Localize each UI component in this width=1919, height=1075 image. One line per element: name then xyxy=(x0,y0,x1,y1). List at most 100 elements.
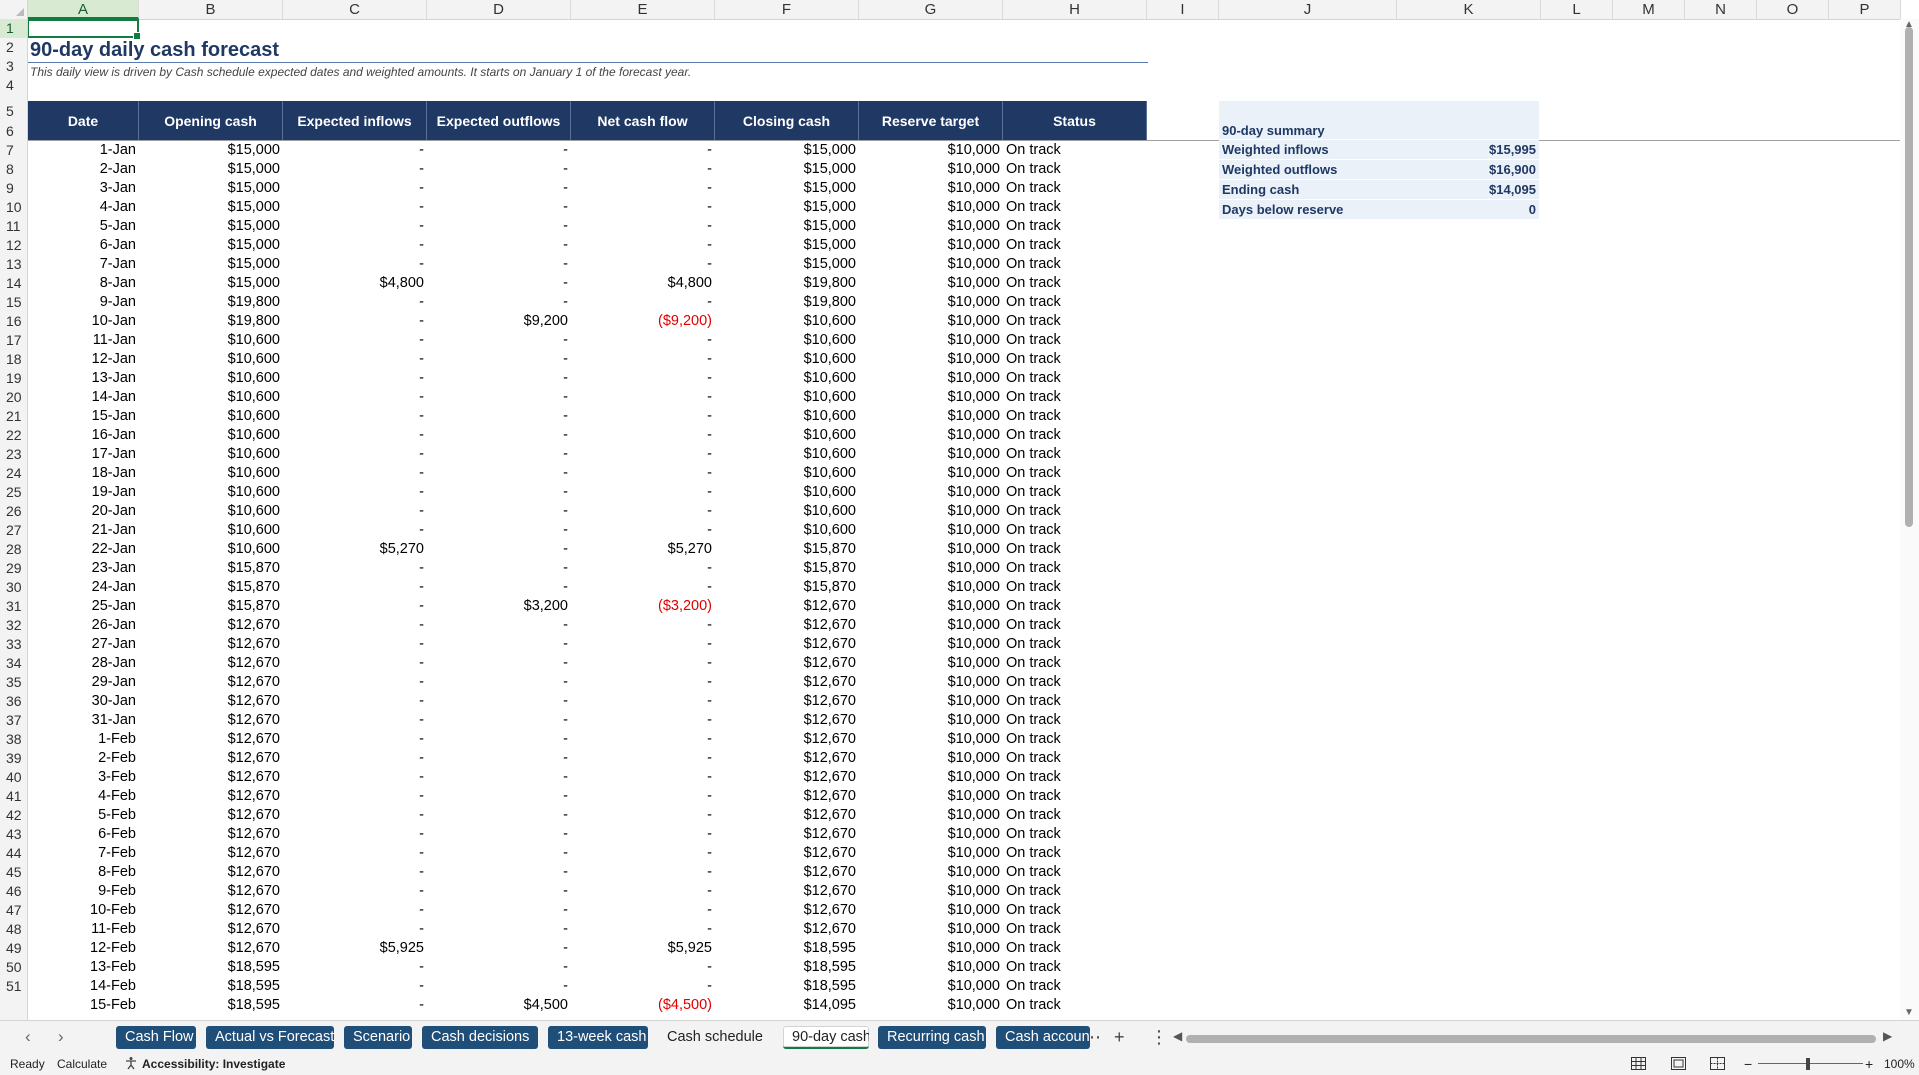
table-cell[interactable]: - xyxy=(283,597,427,616)
table-cell[interactable]: $5,270 xyxy=(571,540,715,559)
table-cell[interactable]: - xyxy=(283,407,427,426)
table-cell[interactable]: $10,000 xyxy=(859,863,1003,882)
table-cell[interactable]: 31-Jan xyxy=(28,711,139,730)
table-cell[interactable]: On track xyxy=(1003,388,1147,407)
table-cell[interactable]: $10,000 xyxy=(859,901,1003,920)
table-cell[interactable]: 29-Jan xyxy=(28,673,139,692)
table-cell[interactable]: $15,870 xyxy=(139,578,283,597)
table-cell[interactable]: - xyxy=(283,502,427,521)
table-cell[interactable]: 12-Feb xyxy=(28,939,139,958)
accessibility-icon[interactable] xyxy=(124,1053,138,1075)
table-cell[interactable]: $10,600 xyxy=(715,426,859,445)
table-cell[interactable]: $10,000 xyxy=(859,692,1003,711)
table-cell[interactable]: On track xyxy=(1003,426,1147,445)
row-header-6[interactable]: 6 xyxy=(0,122,27,141)
table-cell[interactable]: - xyxy=(283,996,427,1015)
table-cell[interactable]: 9-Feb xyxy=(28,882,139,901)
table-cell[interactable]: - xyxy=(283,217,427,236)
table-cell[interactable]: On track xyxy=(1003,179,1147,198)
table-cell[interactable]: - xyxy=(571,787,715,806)
table-cell[interactable]: 10-Feb xyxy=(28,901,139,920)
row-header-48[interactable]: 48 xyxy=(0,920,27,939)
table-cell[interactable]: On track xyxy=(1003,236,1147,255)
table-cell[interactable]: 7-Feb xyxy=(28,844,139,863)
table-cell[interactable]: - xyxy=(427,578,571,597)
table-cell[interactable]: On track xyxy=(1003,901,1147,920)
table-cell[interactable]: On track xyxy=(1003,806,1147,825)
sheet-tab-cash-flow[interactable]: Cash Flow xyxy=(116,1026,196,1049)
table-cell[interactable]: 17-Jan xyxy=(28,445,139,464)
table-cell[interactable]: - xyxy=(283,350,427,369)
table-cell[interactable]: - xyxy=(427,483,571,502)
table-cell[interactable]: $10,600 xyxy=(139,502,283,521)
table-cell[interactable]: $10,000 xyxy=(859,521,1003,540)
sheet-tab-cash-schedule[interactable]: Cash schedule xyxy=(658,1026,772,1049)
table-cell[interactable]: - xyxy=(571,198,715,217)
row-header-32[interactable]: 32 xyxy=(0,616,27,635)
table-cell[interactable]: $12,670 xyxy=(715,844,859,863)
table-cell[interactable]: - xyxy=(283,616,427,635)
table-cell[interactable]: $18,595 xyxy=(139,958,283,977)
row-header-17[interactable]: 17 xyxy=(0,331,27,350)
table-cell[interactable]: $10,000 xyxy=(859,977,1003,996)
table-cell[interactable]: $10,000 xyxy=(859,198,1003,217)
calculate-button[interactable]: Calculate xyxy=(57,1053,107,1075)
table-cell[interactable]: $12,670 xyxy=(139,787,283,806)
table-cell[interactable]: $10,000 xyxy=(859,673,1003,692)
table-cell[interactable]: - xyxy=(427,160,571,179)
table-cell[interactable]: 19-Jan xyxy=(28,483,139,502)
row-header-11[interactable]: 11 xyxy=(0,217,27,236)
table-cell[interactable]: - xyxy=(571,445,715,464)
table-cell[interactable]: $10,000 xyxy=(859,293,1003,312)
table-cell[interactable]: - xyxy=(427,236,571,255)
zoom-in-button[interactable]: + xyxy=(1865,1053,1873,1075)
table-cell[interactable]: On track xyxy=(1003,920,1147,939)
table-cell[interactable]: $12,670 xyxy=(715,692,859,711)
sheet-tab-recurring-cash[interactable]: Recurring cash xyxy=(878,1026,986,1049)
table-cell[interactable]: - xyxy=(283,654,427,673)
table-cell[interactable]: $10,600 xyxy=(139,464,283,483)
table-cell[interactable]: - xyxy=(427,369,571,388)
table-cell[interactable]: $18,595 xyxy=(715,958,859,977)
table-cell[interactable]: - xyxy=(571,977,715,996)
table-cell[interactable]: $12,670 xyxy=(139,654,283,673)
table-cell[interactable]: - xyxy=(427,768,571,787)
table-cell[interactable]: $10,000 xyxy=(859,559,1003,578)
table-cell[interactable]: $10,600 xyxy=(139,426,283,445)
table-cell[interactable]: - xyxy=(571,749,715,768)
table-cell[interactable]: $15,000 xyxy=(139,160,283,179)
table-cell[interactable]: 13-Feb xyxy=(28,958,139,977)
table-cell[interactable]: $10,600 xyxy=(139,350,283,369)
table-cell[interactable]: - xyxy=(283,426,427,445)
table-cell[interactable]: On track xyxy=(1003,654,1147,673)
table-cell[interactable]: - xyxy=(283,141,427,160)
table-cell[interactable]: $12,670 xyxy=(139,920,283,939)
table-cell[interactable]: $12,670 xyxy=(139,692,283,711)
row-header-5[interactable]: 5 xyxy=(0,82,27,122)
table-cell[interactable]: $10,000 xyxy=(859,996,1003,1015)
table-cell[interactable]: 11-Jan xyxy=(28,331,139,350)
row-header-34[interactable]: 34 xyxy=(0,654,27,673)
table-cell[interactable]: $10,600 xyxy=(715,350,859,369)
table-cell[interactable]: 2-Jan xyxy=(28,160,139,179)
table-cell[interactable]: $19,800 xyxy=(139,312,283,331)
row-header-33[interactable]: 33 xyxy=(0,635,27,654)
table-cell[interactable]: On track xyxy=(1003,749,1147,768)
table-cell[interactable]: - xyxy=(427,692,571,711)
table-cell[interactable]: On track xyxy=(1003,673,1147,692)
tab-scroll-right-icon[interactable]: › xyxy=(58,1027,64,1047)
table-cell[interactable]: - xyxy=(571,711,715,730)
table-cell[interactable]: - xyxy=(427,521,571,540)
table-cell[interactable]: $12,670 xyxy=(139,825,283,844)
table-cell[interactable]: - xyxy=(283,521,427,540)
sheet-tab-13-week-cash[interactable]: 13-week cash xyxy=(548,1026,648,1049)
row-header-13[interactable]: 13 xyxy=(0,255,27,274)
row-header-44[interactable]: 44 xyxy=(0,844,27,863)
table-cell[interactable]: 27-Jan xyxy=(28,635,139,654)
table-cell[interactable]: - xyxy=(283,369,427,388)
table-cell[interactable]: - xyxy=(571,844,715,863)
table-cell[interactable]: - xyxy=(571,901,715,920)
table-cell[interactable]: $12,670 xyxy=(715,711,859,730)
table-cell[interactable]: - xyxy=(571,217,715,236)
table-cell[interactable]: 22-Jan xyxy=(28,540,139,559)
